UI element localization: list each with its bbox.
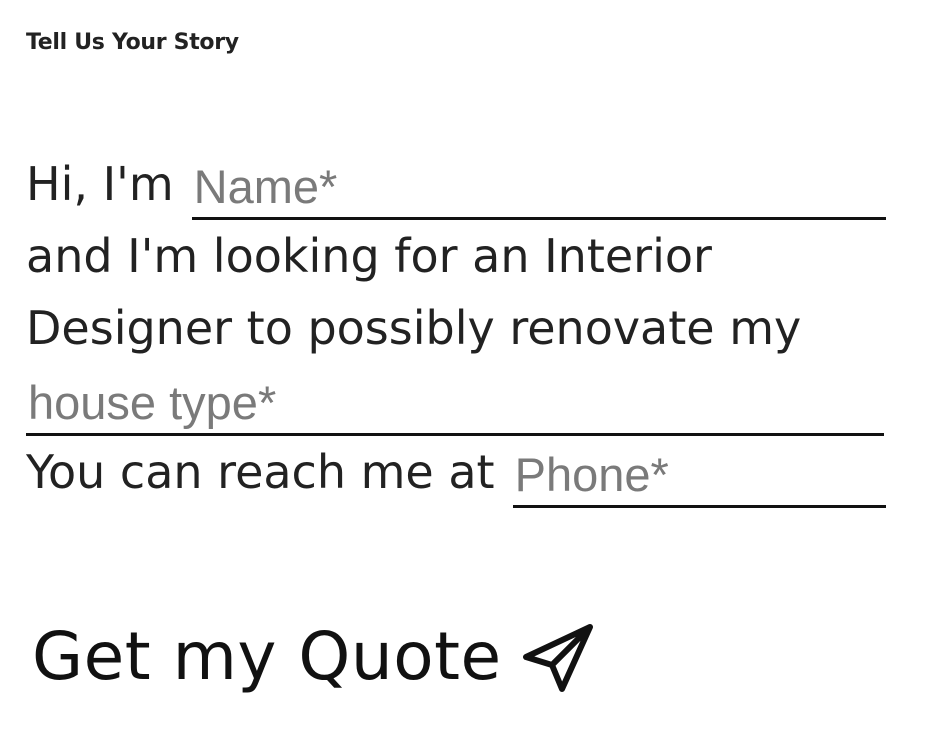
form-heading: Tell Us Your Story: [26, 30, 239, 55]
story-line-looking: and I'm looking for an Interior: [26, 220, 886, 292]
send-icon: [518, 617, 598, 697]
intro-text: Hi, I'm: [26, 157, 174, 211]
phone-input[interactable]: [512, 446, 886, 508]
name-input[interactable]: [191, 158, 886, 220]
get-quote-label: Get my Quote: [32, 618, 502, 695]
designer-text: Designer to possibly renovate my: [26, 301, 802, 355]
story-line-name: Hi, I'm: [26, 148, 886, 220]
reach-text: You can reach me at: [26, 445, 495, 499]
looking-text: and I'm looking for an Interior: [26, 229, 712, 283]
get-quote-button[interactable]: Get my Quote: [32, 612, 598, 702]
house-type-input[interactable]: [26, 374, 884, 436]
story-line-house: [26, 364, 886, 436]
story-line-phone: You can reach me at: [26, 436, 886, 508]
story-line-designer: Designer to possibly renovate my: [26, 292, 886, 364]
story-form: Hi, I'm and I'm looking for an Interior …: [26, 148, 886, 508]
